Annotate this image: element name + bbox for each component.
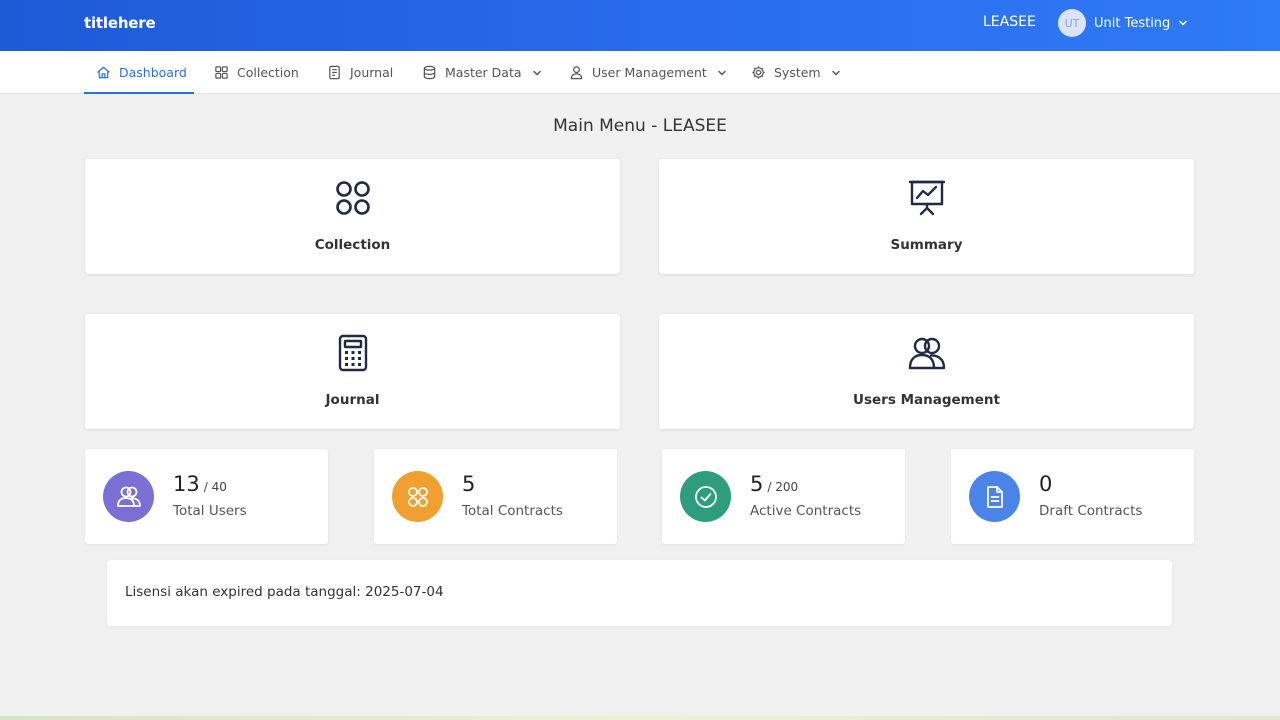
draft-contracts-value: 0 [1039, 472, 1053, 496]
stat-icon-circle [969, 471, 1020, 522]
stat-icon-circle [103, 471, 154, 522]
user-menu[interactable]: UT Unit Testing [1058, 9, 1188, 37]
top-header: titlehere LEASEE UT Unit Testing [0, 0, 1280, 51]
nav-user-management-label: User Management [592, 65, 707, 80]
stat-value: 5 [462, 472, 475, 496]
menu-card-users-management[interactable]: Users Management [659, 314, 1194, 429]
stat-card-draft-contracts: 0 Draft Contracts [951, 449, 1194, 544]
chevron-down-icon [718, 70, 726, 75]
grid-icon [335, 181, 370, 215]
stat-card-total-users: 13/ 40 Total Users [85, 449, 328, 544]
page-title: Main Menu - LEASEE [553, 116, 727, 136]
stat-card-active-contracts: 5/ 200 Active Contracts [662, 449, 905, 544]
stat-icon-circle [680, 471, 731, 522]
menu-card-collection-label: Collection [314, 237, 391, 253]
active-contracts-label: Active Contracts [750, 503, 862, 519]
draft-contracts-label: Draft Contracts [1039, 503, 1143, 519]
stat-value: 5/ 200 [750, 472, 798, 496]
menu-card-summary[interactable]: Summary [659, 159, 1194, 274]
total-users-label: Total Users [173, 503, 247, 519]
tenant-name: LEASEE [983, 14, 1036, 30]
nav-dashboard[interactable]: Dashboard [84, 51, 194, 94]
nav-user-management[interactable]: User Management [569, 51, 727, 94]
grid-icon [215, 66, 228, 79]
chevron-down-icon [831, 70, 840, 75]
total-users-value: 13 [173, 472, 200, 496]
nav-master-data-label: Master Data [445, 65, 522, 80]
document-icon [329, 65, 340, 80]
chevron-down-icon [1179, 20, 1188, 26]
user-name: Unit Testing [1094, 15, 1171, 31]
users-icon [908, 337, 945, 370]
menu-card-journal-label: Journal [325, 392, 380, 408]
gear-icon [752, 66, 765, 79]
brand-logo[interactable]: titlehere [84, 14, 156, 32]
bottom-strip [0, 716, 1280, 720]
menu-card-collection[interactable]: Collection [85, 159, 620, 274]
license-notice: Lisensi akan expired pada tanggal: 2025-… [107, 560, 1172, 626]
menu-card-journal[interactable]: Journal [85, 314, 620, 429]
presentation-chart-icon [908, 180, 945, 216]
menu-card-summary-label: Summary [890, 237, 963, 253]
nav-collection[interactable]: Collection [214, 51, 299, 94]
license-text: Lisensi akan expired pada tanggal: 2025-… [125, 584, 444, 600]
stat-icon-circle [392, 471, 443, 522]
nav-dashboard-label: Dashboard [119, 65, 187, 80]
total-contracts-value: 5 [462, 472, 476, 496]
main-nav: Dashboard Collection Journal Master Data… [0, 51, 1280, 94]
calculator-icon [338, 334, 367, 372]
nav-collection-label: Collection [237, 65, 299, 80]
stat-value: 13/ 40 [173, 472, 227, 496]
nav-system[interactable]: System [751, 51, 841, 94]
nav-journal-label: Journal [350, 65, 394, 80]
stat-card-total-contracts: 5 Total Contracts [374, 449, 617, 544]
active-contracts-value: 5 [750, 472, 764, 496]
document-icon [986, 485, 1003, 508]
brand-text-first: title [84, 14, 118, 32]
total-users-limit: / 40 [203, 480, 227, 494]
menu-card-users-management-label: Users Management [853, 392, 1000, 408]
nav-system-label: System [774, 65, 821, 80]
database-icon [423, 65, 436, 80]
user-icon [570, 66, 583, 80]
nav-journal[interactable]: Journal [327, 51, 393, 94]
stat-value: 0 [1039, 472, 1052, 496]
active-contracts-limit: / 200 [767, 480, 799, 494]
nav-master-data[interactable]: Master Data [422, 51, 542, 94]
avatar: UT [1058, 9, 1086, 37]
users-icon [116, 486, 141, 507]
total-contracts-label: Total Contracts [462, 503, 563, 519]
home-icon [97, 66, 110, 79]
check-circle-icon [694, 485, 717, 508]
brand-text-second: here [117, 14, 156, 32]
chevron-down-icon [532, 70, 541, 75]
grid-icon [407, 486, 428, 507]
